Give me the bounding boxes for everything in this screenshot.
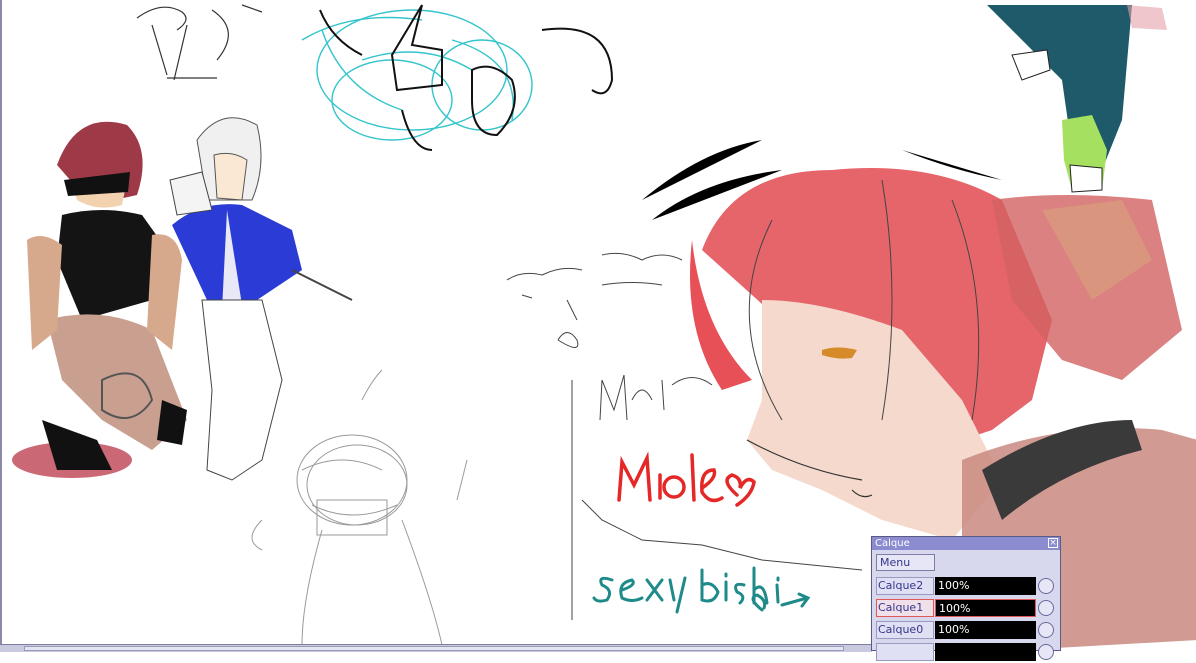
layer-opacity[interactable]: 100% <box>935 577 1036 595</box>
layer-row-partial[interactable] <box>876 643 1058 663</box>
visibility-toggle-icon[interactable] <box>1038 600 1054 616</box>
menu-button[interactable]: Menu <box>876 554 935 571</box>
layer-opacity[interactable] <box>935 643 1036 661</box>
layer-row-calque0[interactable]: Calque0 100% <box>876 621 1058 641</box>
layer-row-calque1[interactable]: Calque1 100% <box>876 599 1058 619</box>
close-icon[interactable]: × <box>1048 538 1058 548</box>
layer-name[interactable]: Calque1 <box>876 599 934 617</box>
visibility-toggle-icon[interactable] <box>1038 622 1054 638</box>
layer-opacity[interactable]: 100% <box>935 599 1036 617</box>
scrollbar-thumb[interactable] <box>24 646 844 651</box>
layer-row-calque2[interactable]: Calque2 100% <box>876 577 1058 597</box>
layer-opacity[interactable]: 100% <box>935 621 1036 639</box>
layer-name[interactable]: Calque2 <box>876 577 934 595</box>
visibility-toggle-icon[interactable] <box>1038 578 1054 594</box>
panel-title-text: Calque <box>875 538 910 549</box>
panel-title: Calque × <box>872 537 1060 550</box>
visibility-toggle-icon[interactable] <box>1038 644 1054 660</box>
layer-name[interactable]: Calque0 <box>876 621 934 639</box>
layer-panel: Calque × Menu Calque2 100% Calque1 100% … <box>871 536 1061 661</box>
layer-name[interactable] <box>876 643 934 661</box>
